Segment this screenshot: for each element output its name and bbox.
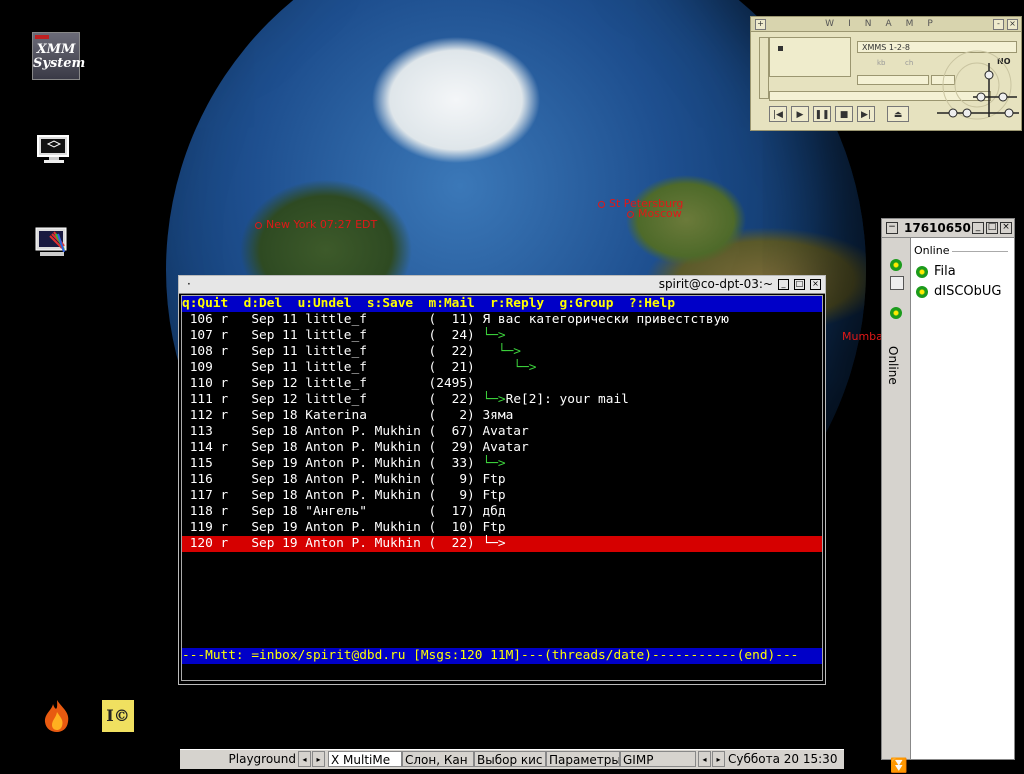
terminal-title-bar[interactable]: · spirit@co-dpt-03:~ _ □ ×: [179, 276, 825, 294]
xmm-system-icon[interactable]: XMM System: [32, 32, 85, 80]
mutt-message-row[interactable]: 112 r Sep 18 Katerina ( 2) Зяма: [182, 408, 822, 424]
scroll-down-icon[interactable]: ⏬: [890, 758, 907, 774]
fire-icon[interactable]: [40, 698, 74, 734]
close-icon[interactable]: ×: [810, 279, 821, 290]
taskbar: Playground ◂ ▸ X MultiMe Слон, Кан Выбор…: [180, 749, 844, 769]
terminal-title: spirit@co-dpt-03:~: [658, 277, 773, 291]
task-vybor[interactable]: Выбор кис: [474, 751, 546, 767]
workspace-prev-icon[interactable]: ◂: [298, 751, 311, 767]
thread-arrow: └─>: [497, 344, 522, 359]
task-slon[interactable]: Слон, Кан: [402, 751, 474, 767]
mutt-message-row[interactable]: 108 r Sep 11 little_f ( 22) └─>: [182, 344, 822, 360]
minimize-icon[interactable]: -: [993, 19, 1004, 30]
city-label-mumbai: Mumbai: [842, 330, 886, 343]
close-icon[interactable]: ×: [1007, 19, 1018, 30]
kbps-label: kb: [877, 59, 886, 67]
mutt-message-row[interactable]: 111 r Sep 12 little_f ( 22) └─>Re[2]: yo…: [182, 392, 822, 408]
next-icon[interactable]: ▶|: [857, 106, 875, 122]
task-gimp[interactable]: GIMP: [620, 751, 696, 767]
mutt-message-row[interactable]: 117 r Sep 18 Anton P. Mukhin ( 9) Ftp: [182, 488, 822, 504]
paint-palette-icon[interactable]: [34, 226, 74, 262]
mutt-message-row[interactable]: 116 Sep 18 Anton P. Mukhin ( 9) Ftp: [182, 472, 822, 488]
minimize-icon[interactable]: _: [778, 279, 789, 290]
mutt-status-line: ---Mutt: =inbox/spirit@dbd.ru [Msgs:120 …: [182, 648, 822, 664]
clock: Суббота 20 15:30: [728, 752, 838, 766]
icq-uin: 17610650: [904, 221, 971, 235]
city-label-new-york: New York 07:27 EDT: [255, 218, 377, 231]
mutt-message-row[interactable]: 106 r Sep 11 little_f ( 11) Я вас катего…: [182, 312, 822, 328]
xmms-player-window[interactable]: WINAMP + - × XMMS 1-2-8 kb ch |◀ ▶ ❚❚ ■ …: [750, 16, 1022, 131]
contact-discobug[interactable]: dISCObUG: [916, 284, 1002, 299]
pause-icon[interactable]: ❚❚: [813, 106, 831, 122]
icq-title-bar[interactable]: − 17610650 _ □ ×: [882, 219, 1014, 238]
xmms-time-display: [769, 37, 851, 77]
tasks-next-icon[interactable]: ▸: [712, 751, 725, 767]
icq-status-vertical[interactable]: Online: [886, 346, 900, 385]
menu-icon[interactable]: −: [886, 222, 898, 234]
icq-group-divider: [952, 251, 1008, 252]
contact-fila[interactable]: Fila: [916, 264, 956, 279]
maximize-icon[interactable]: □: [986, 222, 998, 234]
mutt-index[interactable]: q:Quit d:Del u:Undel s:Save m:Mail r:Rep…: [181, 295, 823, 681]
monitor-icon[interactable]: [36, 134, 72, 166]
mutt-message-row[interactable]: 109 Sep 11 little_f ( 21) └─>: [182, 360, 822, 376]
xmms-clutterbar[interactable]: [759, 37, 769, 99]
task-multime[interactable]: X MultiMe: [328, 751, 402, 767]
online-flower-icon: [916, 265, 928, 278]
xmms-skin-decoration: [937, 50, 1019, 120]
plus-icon[interactable]: +: [755, 19, 766, 30]
online-flower-icon: [916, 285, 928, 298]
window-menu-icon[interactable]: ·: [187, 277, 191, 291]
tasks-prev-icon[interactable]: ◂: [698, 751, 711, 767]
mutt-message-row[interactable]: 107 r Sep 11 little_f ( 24) └─>: [182, 328, 822, 344]
thread-arrow: └─>: [513, 360, 537, 375]
thread-arrow: └─>: [482, 392, 506, 407]
mutt-message-row[interactable]: 110 r Sep 12 little_f (2495): [182, 376, 822, 392]
close-icon[interactable]: ×: [1000, 222, 1012, 234]
workspace-name[interactable]: Playground: [180, 751, 298, 767]
mutt-message-row[interactable]: 115 Sep 19 Anton P. Mukhin ( 33) └─>: [182, 456, 822, 472]
status-flower-icon[interactable]: [890, 302, 908, 321]
thread-arrow: └─>: [482, 328, 506, 343]
mutt-message-row[interactable]: 119 r Sep 19 Anton P. Mukhin ( 10) Ftp: [182, 520, 822, 536]
volume-slider[interactable]: [857, 75, 929, 85]
xmms-title-bar[interactable]: WINAMP: [751, 17, 1021, 32]
icq-group-label: Online: [914, 244, 950, 257]
eject-icon[interactable]: ⏏: [887, 106, 909, 122]
terminal-window[interactable]: · spirit@co-dpt-03:~ _ □ × q:Quit d:Del …: [178, 275, 826, 685]
flower-icon[interactable]: [890, 254, 908, 273]
icq-launcher-icon[interactable]: I©: [102, 700, 134, 732]
system-message-icon[interactable]: [890, 276, 904, 290]
icq-contact-window[interactable]: − 17610650 _ □ × Online ⏬ Online Fila dI…: [881, 218, 1015, 774]
task-parametry[interactable]: Параметры: [546, 751, 620, 767]
mutt-message-row[interactable]: 118 r Sep 18 "Ангель" ( 17) дбд: [182, 504, 822, 520]
mutt-message-row[interactable]: 114 r Sep 18 Anton P. Mukhin ( 29) Avata…: [182, 440, 822, 456]
mutt-message-row-selected[interactable]: 120 r Sep 19 Anton P. Mukhin ( 22) └─>: [182, 536, 822, 552]
city-label-moscow: Moscow: [627, 207, 682, 220]
stop-icon[interactable]: ■: [835, 106, 853, 122]
thread-arrow: └─>: [482, 456, 506, 471]
workspace-next-icon[interactable]: ▸: [312, 751, 325, 767]
maximize-icon[interactable]: □: [794, 279, 805, 290]
mutt-help-bar: q:Quit d:Del u:Undel s:Save m:Mail r:Rep…: [182, 296, 822, 312]
icq-side-toolbar: Online ⏬: [882, 238, 911, 774]
previous-icon[interactable]: |◀: [769, 106, 787, 122]
play-icon[interactable]: ▶: [791, 106, 809, 122]
khz-label: ch: [905, 59, 914, 67]
minimize-icon[interactable]: _: [972, 222, 984, 234]
mutt-message-row[interactable]: 113 Sep 18 Anton P. Mukhin ( 67) Avatar: [182, 424, 822, 440]
